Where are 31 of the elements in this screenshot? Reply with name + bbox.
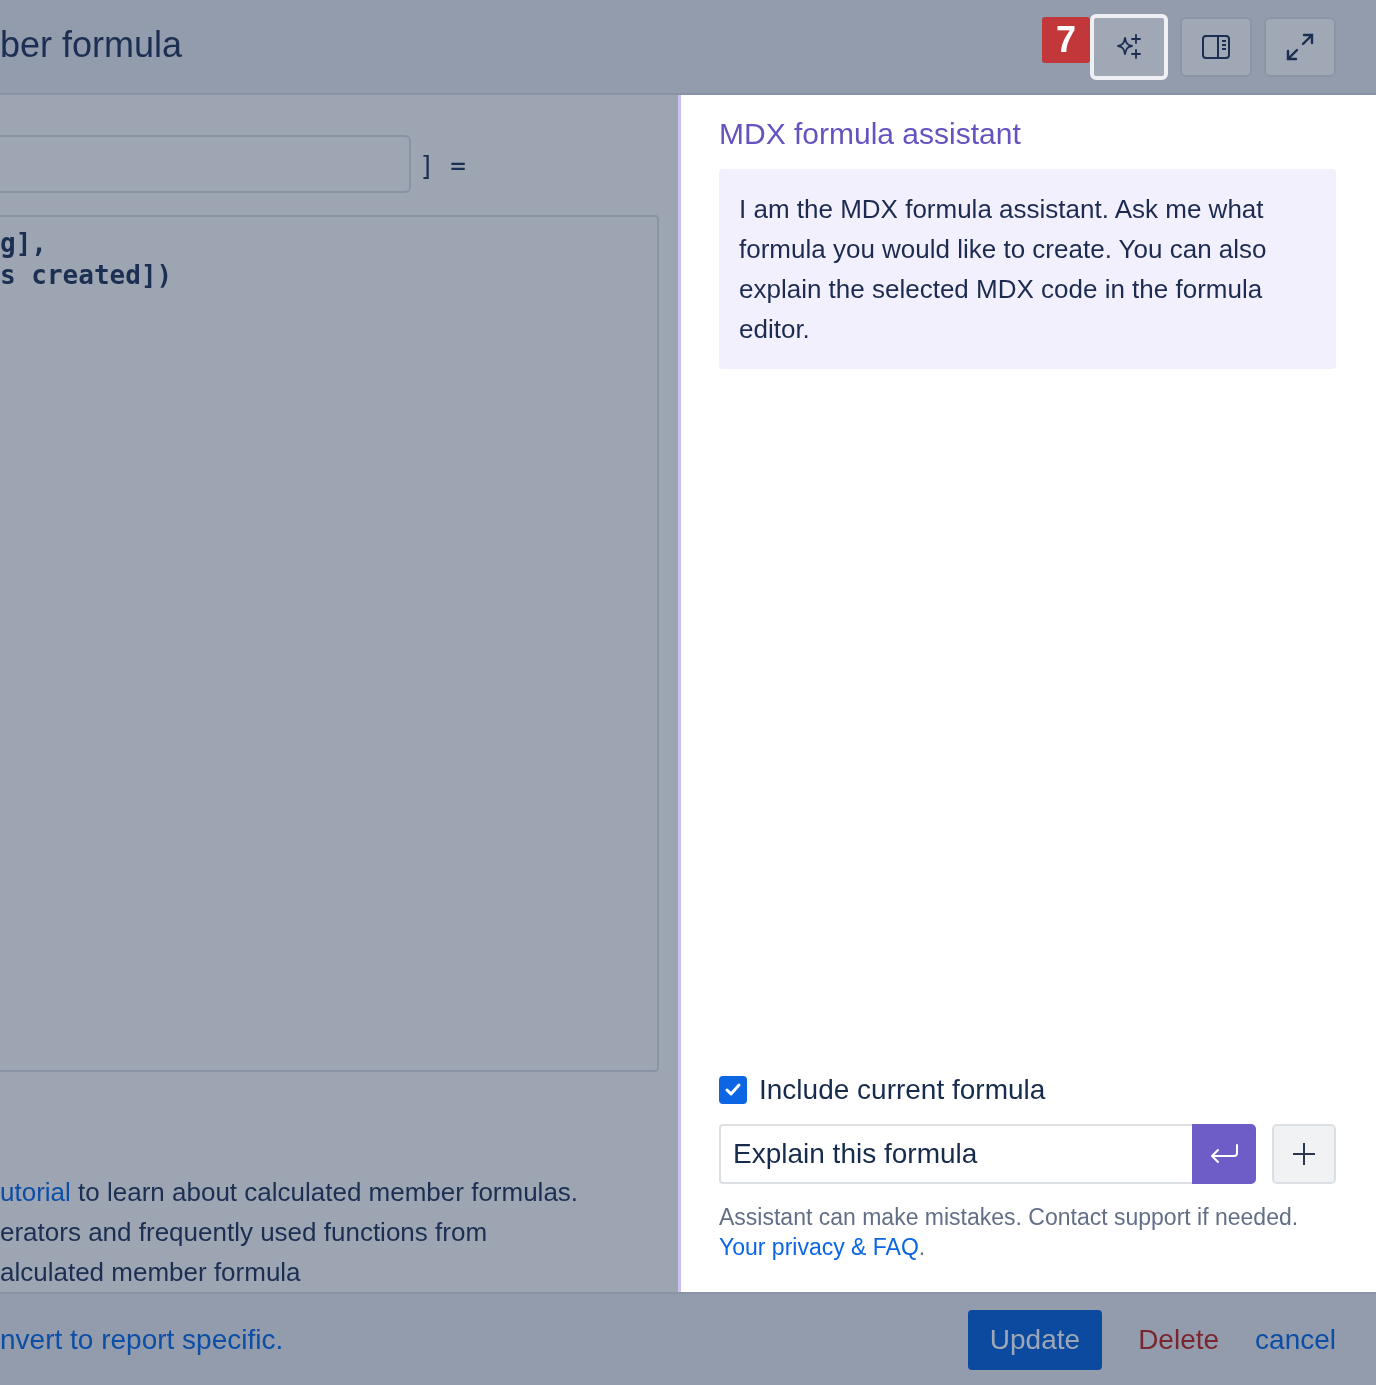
help-text: utorial to learn about calculated member formulas. (0, 1176, 580, 1209)
help-text: erators and frequently used functions from (0, 1216, 489, 1249)
privacy-link[interactable]: Your privacy & FAQ (719, 1234, 919, 1260)
checkbox-label: Include current formula (759, 1074, 1046, 1106)
disclaimer-text: Assistant can make mistakes. Contact support if needed. Your privacy & FAQ. (719, 1203, 1300, 1262)
plus-icon (1292, 1142, 1316, 1166)
delete-link[interactable]: Delete (1128, 1313, 1230, 1366)
help-text: alculated member formula (0, 1256, 302, 1289)
name-suffix: ] = (419, 150, 466, 181)
number-badge: 7 (1042, 16, 1090, 63)
expand-button[interactable] (1264, 16, 1336, 77)
dialog-title: ber formula (0, 23, 183, 66)
code-line: s created]) (0, 259, 174, 291)
side-panel-icon (1201, 32, 1231, 61)
send-button[interactable] (1192, 1124, 1256, 1184)
code-editor[interactable]: g], s created]) (0, 215, 659, 1072)
side-panel-button[interactable] (1180, 16, 1252, 77)
prompt-field[interactable]: Explain this formula (719, 1124, 1192, 1184)
sparkles-icon (1114, 31, 1144, 62)
include-formula-checkbox[interactable] (719, 1076, 747, 1104)
convert-link[interactable]: nvert to report specific. (0, 1323, 284, 1356)
cancel-link[interactable]: cancel (1245, 1313, 1336, 1366)
update-button[interactable]: Update (967, 1309, 1103, 1370)
expand-icon (1285, 31, 1315, 62)
assistant-title: MDX formula assistant (719, 117, 1022, 151)
enter-icon (1208, 1143, 1240, 1165)
add-button[interactable] (1272, 1124, 1336, 1184)
code-line: g], (0, 227, 48, 259)
tutorial-link[interactable]: utorial (0, 1177, 71, 1207)
assistant-message: I am the MDX formula assistant. Ask me what formula you would like to create. You can also explain the selected MDX code in the formula editor. (719, 169, 1336, 369)
assistant-button[interactable] (1090, 13, 1168, 80)
